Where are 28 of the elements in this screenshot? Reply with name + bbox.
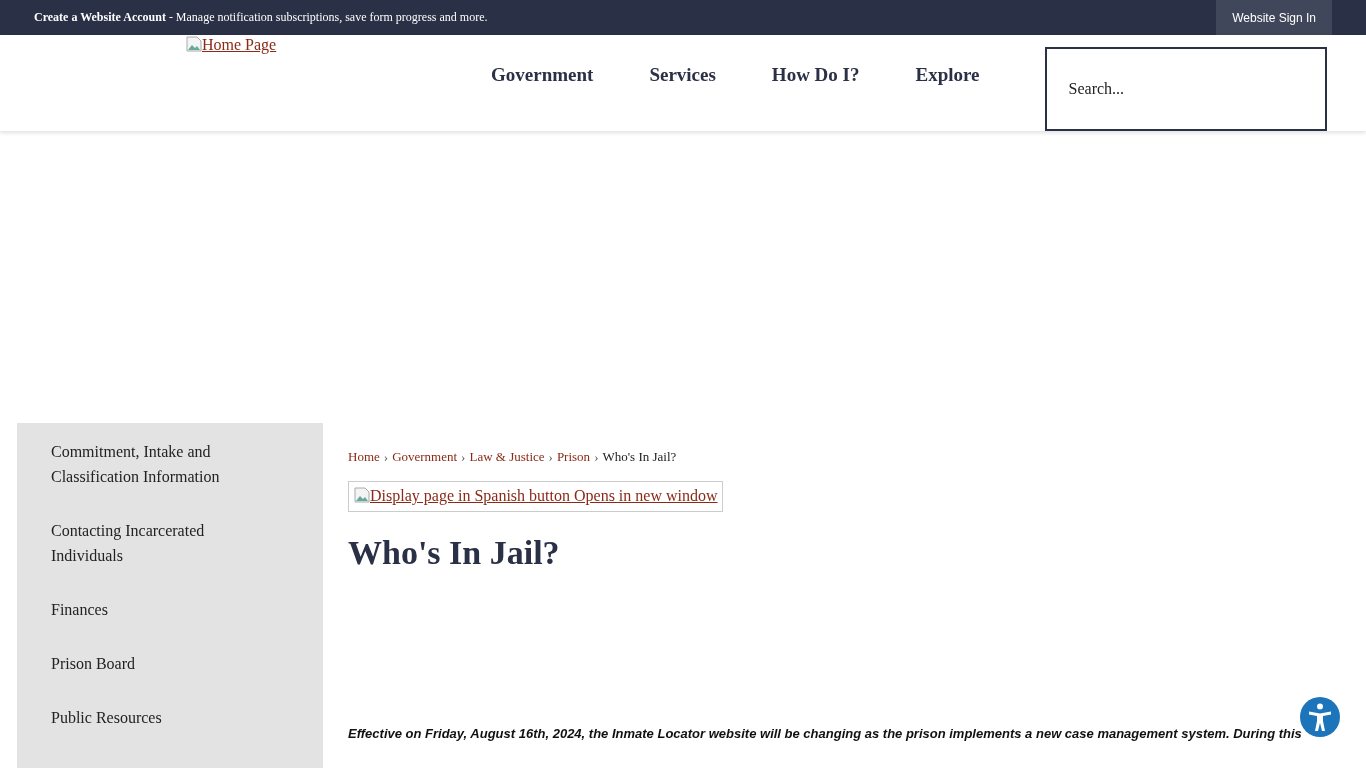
spanish-translation-link[interactable]: Display page in Spanish button Opens in new window bbox=[348, 481, 723, 512]
sidebar-link[interactable]: Finances bbox=[17, 597, 323, 622]
nav-link[interactable]: Government bbox=[491, 64, 594, 86]
sidebar-link[interactable]: Commitment, Intake and Classification Information bbox=[17, 439, 323, 489]
sidebar-link[interactable]: Prison Board bbox=[17, 651, 323, 676]
breadcrumb-separator: › bbox=[461, 449, 466, 465]
breadcrumb-separator: › bbox=[594, 449, 599, 465]
breadcrumb-separator: › bbox=[548, 449, 553, 465]
broken-image-icon bbox=[186, 36, 202, 52]
notice-paragraph: Effective on Friday, August 16th, 2024, the Inmate Locator website will be changing as the prison implements a new case management system. During this bbox=[348, 726, 1302, 741]
account-banner-text: Create a Website Account - Manage notification subscriptions, save form progress and more. bbox=[34, 10, 488, 25]
current-page-text: Who's In Jail? bbox=[602, 449, 677, 465]
nav-link[interactable]: Explore bbox=[915, 64, 980, 86]
nav-link[interactable]: How Do I? bbox=[771, 64, 860, 86]
breadcrumb-link[interactable]: Home bbox=[348, 449, 380, 465]
broken-image-icon bbox=[354, 487, 370, 503]
breadcrumb-link[interactable]: Law & Justice bbox=[469, 449, 545, 465]
page-title: Who's In Jail? bbox=[348, 534, 560, 572]
sign-in-button[interactable]: Website Sign In bbox=[1216, 0, 1332, 35]
home-page-logo-link[interactable]: Home Page bbox=[186, 36, 277, 54]
breadcrumb-link[interactable]: Government bbox=[392, 449, 458, 465]
sidebar-link[interactable]: Contacting Incarcerated Individuals bbox=[17, 518, 323, 568]
breadcrumb-link[interactable]: Prison bbox=[556, 449, 591, 465]
accessibility-icon[interactable] bbox=[1300, 697, 1340, 737]
nav-link[interactable]: Services bbox=[649, 64, 716, 86]
sidebar-link[interactable]: Public Resources bbox=[17, 705, 323, 730]
search-field[interactable]: Search... bbox=[1044, 47, 1327, 131]
breadcrumb-separator: › bbox=[383, 449, 389, 465]
